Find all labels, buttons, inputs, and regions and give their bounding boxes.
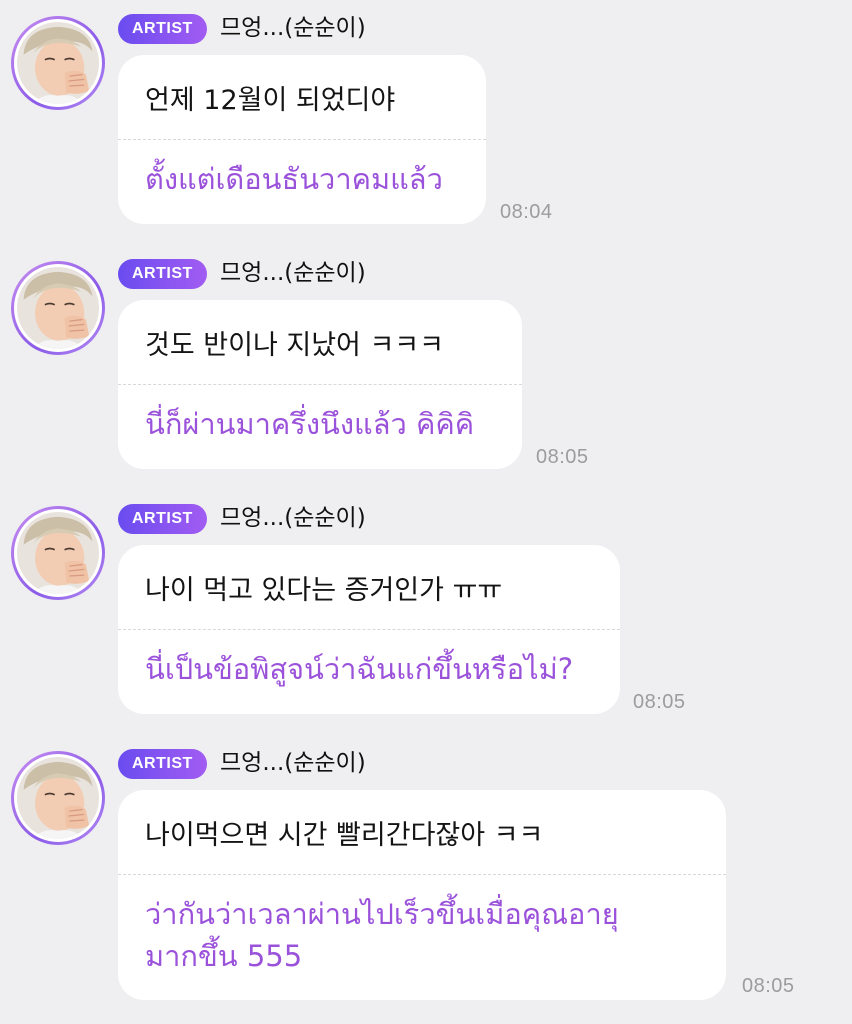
sender-name[interactable]: 므엉...(순순이) <box>220 255 366 291</box>
chat-message: ARTIST 므엉...(순순이) 것도 반이나 지났어 ㅋㅋㅋ นี่ก็ผ่… <box>0 245 852 490</box>
sender-name[interactable]: 므엉...(순순이) <box>220 10 366 46</box>
artist-photo-icon <box>17 267 99 349</box>
message-bubble[interactable]: 나이먹으면 시간 빨리간다잖아 ㅋㅋ ว่ากันว่าเวลาผ่านไปเร… <box>118 790 726 1000</box>
message-bubble[interactable]: 것도 반이나 지났어 ㅋㅋㅋ นี่ก็ผ่านมาครึ่งนึงแล้ว ค… <box>118 300 522 469</box>
original-text: 것도 반이나 지났어 ㅋㅋㅋ <box>145 330 444 361</box>
artist-badge: ARTIST <box>118 259 207 289</box>
sender-name[interactable]: 므엉...(순순이) <box>220 500 366 536</box>
translation-text: นี่ก็ผ่านมาครึ่งนึงแล้ว คิคิคิ <box>145 407 475 441</box>
artist-photo-icon <box>17 22 99 104</box>
translation-text: ตั้งแต่เดือนธันวาคมแล้ว <box>145 162 443 196</box>
original-text: 언제 12월이 되었디야 <box>145 85 396 116</box>
timestamp: 08:04 <box>500 201 553 223</box>
avatar[interactable] <box>11 16 105 110</box>
original-text: 나이먹으면 시간 빨리간다잖아 ㅋㅋ <box>145 820 544 851</box>
chat-message: ARTIST 므엉...(순순이) 나이먹으면 시간 빨리간다잖아 ㅋㅋ ว่า… <box>0 735 852 1024</box>
timestamp: 08:05 <box>633 691 686 713</box>
artist-photo-icon <box>17 757 99 839</box>
avatar[interactable] <box>11 261 105 355</box>
timestamp: 08:05 <box>536 446 589 468</box>
chat-message: ARTIST 므엉...(순순이) 언제 12월이 되었디야 ตั้งแต่เด… <box>0 0 852 245</box>
avatar[interactable] <box>11 751 105 845</box>
translation-text: นี่เป็นข้อพิสูจน์ว่าฉันแก่ขึ้นหรือไม่? <box>145 652 574 686</box>
artist-badge: ARTIST <box>118 14 207 44</box>
timestamp: 08:05 <box>742 975 795 997</box>
artist-badge: ARTIST <box>118 504 207 534</box>
artist-photo-icon <box>17 512 99 594</box>
translation-text: ว่ากันว่าเวลาผ่านไปเร็วขึ้นเมื่อคุณอายุม… <box>145 897 619 973</box>
avatar[interactable] <box>11 506 105 600</box>
sender-name[interactable]: 므엉...(순순이) <box>220 745 366 781</box>
message-bubble[interactable]: 나이 먹고 있다는 증거인가 ㅠㅠ นี่เป็นข้อพิสูจน์ว่าฉั… <box>118 545 620 714</box>
chat-message: ARTIST 므엉...(순순이) 나이 먹고 있다는 증거인가 ㅠㅠ นี่เ… <box>0 490 852 735</box>
original-text: 나이 먹고 있다는 증거인가 ㅠㅠ <box>145 575 503 606</box>
artist-badge: ARTIST <box>118 749 207 779</box>
message-bubble[interactable]: 언제 12월이 되었디야 ตั้งแต่เดือนธันวาคมแล้ว <box>118 55 486 224</box>
